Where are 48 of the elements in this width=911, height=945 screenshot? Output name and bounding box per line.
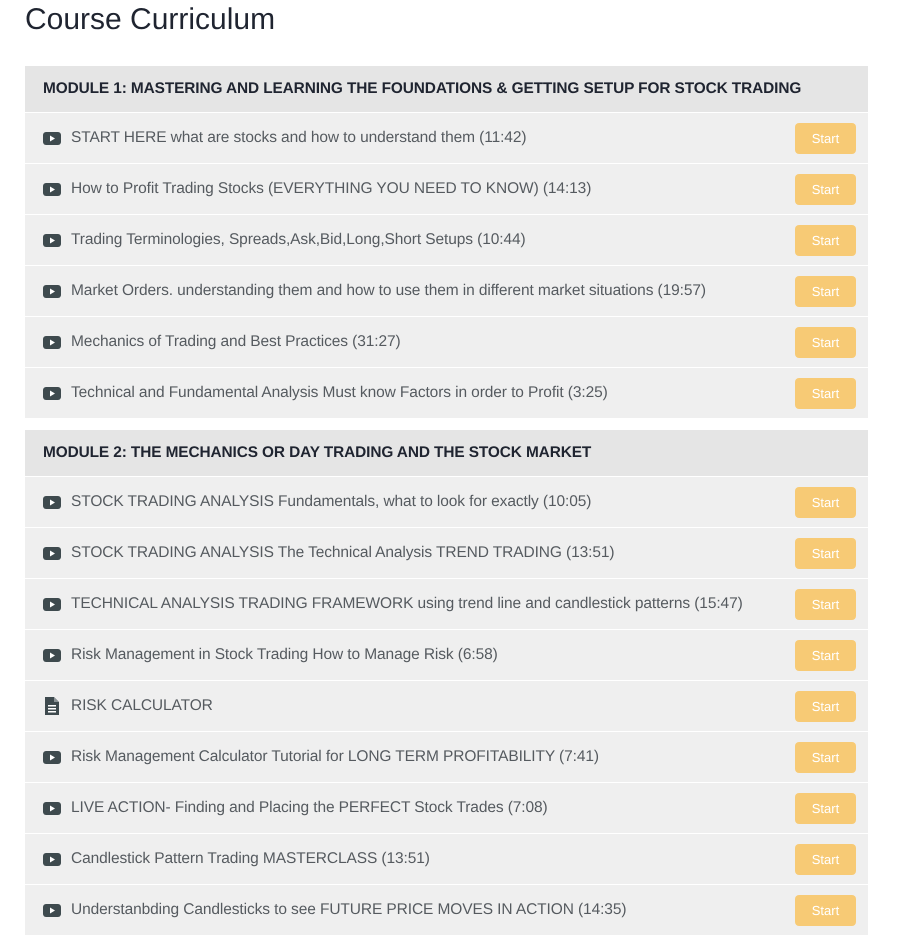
lecture-title: Mechanics of Trading and Best Practices (31:27) bbox=[71, 333, 402, 351]
module-heading: MODULE 2: THE MECHANICS OR DAY TRADING AND THE STOCK MARKET bbox=[25, 430, 868, 476]
play-icon bbox=[43, 598, 61, 610]
lecture-row[interactable]: STOCK TRADING ANALYSIS Fundamentals, what to look for exactly (10:05) Start bbox=[25, 477, 868, 527]
lecture-row[interactable]: Understanbding Candlesticks to see FUTURE PRICE MOVES IN ACTION (14:35) Start bbox=[25, 885, 868, 935]
lecture-row[interactable]: Candlestick Pattern Trading MASTERCLASS (13:51) Start bbox=[25, 834, 868, 884]
lecture-title: Understanbding Candlesticks to see FUTURE PRICE MOVES IN ACTION (14:35) bbox=[71, 901, 628, 919]
play-icon bbox=[43, 546, 61, 560]
play-icon bbox=[43, 336, 61, 348]
module-heading: MODULE 1: MASTERING AND LEARNING THE FOUNDATIONS & GETTING SETUP FOR STOCK TRADING bbox=[25, 66, 868, 112]
lecture-row[interactable]: Risk Management Calculator Tutorial for LONG TERM PROFITABILITY (7:41) Start bbox=[25, 732, 868, 782]
play-icon bbox=[43, 386, 61, 400]
lecture-row[interactable]: Trading Terminologies, Spreads,Ask,Bid,Long,Short Setups (10:44) Start bbox=[25, 215, 868, 265]
play-icon bbox=[43, 904, 61, 916]
lecture-row[interactable]: Risk Management in Stock Trading How to Manage Risk (6:58) Start bbox=[25, 630, 868, 680]
play-icon bbox=[43, 234, 61, 246]
lecture-row[interactable]: START HERE what are stocks and how to understand them (11:42) Start bbox=[25, 113, 868, 163]
lecture-title: START HERE what are stocks and how to understand them (11:42) bbox=[71, 129, 528, 147]
lecture-row[interactable]: Technical and Fundamental Analysis Must know Factors in order to Profit (3:25) Start bbox=[25, 368, 868, 418]
lecture-row[interactable]: RISK CALCULATOR Start bbox=[25, 681, 868, 731]
lecture-title: RISK CALCULATOR bbox=[71, 697, 214, 715]
play-icon bbox=[43, 648, 61, 662]
lecture-title: Risk Management Calculator Tutorial for LONG TERM PROFITABILITY (7:41) bbox=[71, 748, 600, 766]
lecture-title: STOCK TRADING ANALYSIS The Technical Analysis TREND TRADING (13:51) bbox=[71, 544, 616, 562]
play-icon bbox=[43, 496, 61, 508]
play-icon bbox=[43, 750, 61, 764]
play-icon bbox=[43, 852, 61, 866]
play-icon bbox=[43, 182, 61, 196]
play-icon bbox=[43, 802, 61, 814]
lecture-title: Market Orders. understanding them and how to use them in different market situations (19:57) bbox=[71, 282, 707, 300]
lecture-title: Risk Management in Stock Trading How to Manage Risk (6:58) bbox=[71, 646, 499, 664]
lecture-title: Candlestick Pattern Trading MASTERCLASS (13:51) bbox=[71, 850, 431, 868]
lecture-title: Technical and Fundamental Analysis Must know Factors in order to Profit (3:25) bbox=[71, 384, 609, 402]
play-icon bbox=[43, 132, 61, 144]
lecture-title: TECHNICAL ANALYSIS TRADING FRAMEWORK using trend line and candlestick patterns (15:47) bbox=[71, 595, 744, 613]
lecture-title: LIVE ACTION- Finding and Placing the PERFECT Stock Trades (7:08) bbox=[71, 799, 549, 817]
lecture-row[interactable]: STOCK TRADING ANALYSIS The Technical Analysis TREND TRADING (13:51) Start bbox=[25, 528, 868, 578]
lecture-row[interactable]: LIVE ACTION- Finding and Placing the PERFECT Stock Trades (7:08) Start bbox=[25, 783, 868, 833]
lecture-title: Trading Terminologies, Spreads,Ask,Bid,Long,Short Setups (10:44) bbox=[71, 231, 527, 249]
lecture-title: How to Profit Trading Stocks (EVERYTHING YOU NEED TO KNOW) (14:13) bbox=[71, 180, 592, 198]
lecture-title: STOCK TRADING ANALYSIS Fundamentals, what to look for exactly (10:05) bbox=[71, 493, 592, 511]
play-icon bbox=[43, 284, 61, 298]
document-icon bbox=[45, 697, 59, 715]
lecture-row[interactable]: Market Orders. understanding them and how to use them in different market situations (19:57) Start bbox=[25, 266, 868, 316]
lecture-row[interactable]: How to Profit Trading Stocks (EVERYTHING YOU NEED TO KNOW) (14:13) Start bbox=[25, 164, 868, 214]
lecture-row[interactable]: TECHNICAL ANALYSIS TRADING FRAMEWORK using trend line and candlestick patterns (15:47) Start bbox=[25, 579, 868, 629]
lecture-row[interactable]: Mechanics of Trading and Best Practices (31:27) Start bbox=[25, 317, 868, 367]
page-title: Course Curriculum bbox=[25, 2, 276, 38]
